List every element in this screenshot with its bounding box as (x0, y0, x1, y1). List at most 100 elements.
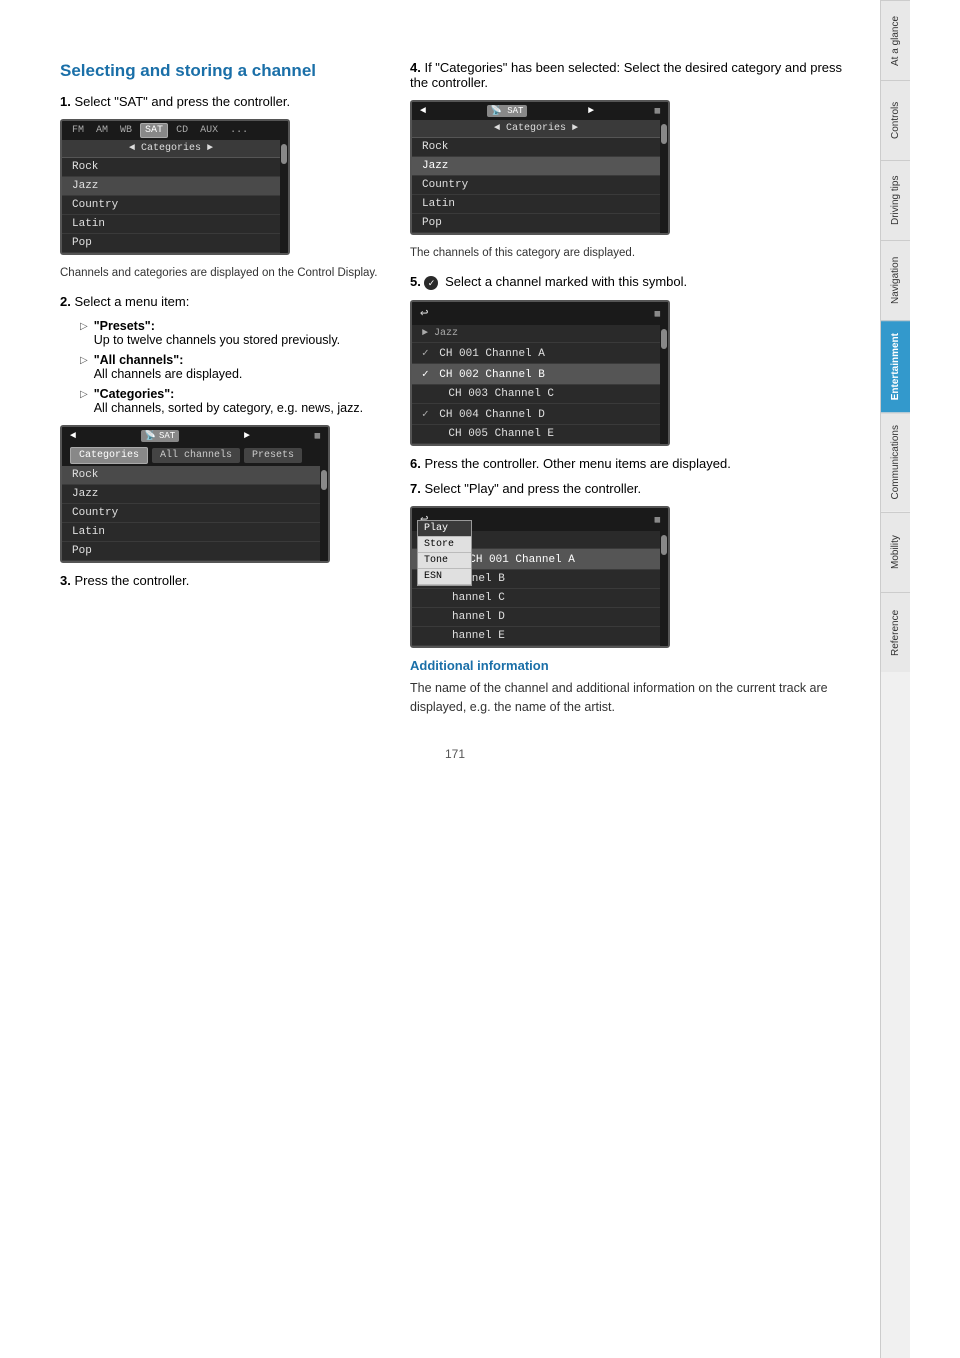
screen-2: ◄ 📡 SAT ► ▦ Categories All channels Pres… (60, 425, 330, 563)
sub-item-presets-detail: Up to twelve channels you stored previou… (94, 333, 340, 347)
menu-item-esn: ESN (418, 569, 471, 585)
sub-item-presets-title: "Presets": (94, 319, 155, 333)
screen4-item-ch002: ✓ CH 002 Channel B (412, 364, 660, 385)
screen3-item-latin: Latin (412, 195, 660, 214)
step-6-text: Press the controller. Other menu items a… (424, 456, 730, 471)
step-7-text: Select "Play" and press the controller. (424, 481, 641, 496)
screen-4: ↩ ▦ ► Jazz ✓ CH 001 Channel A ✓ CH 002 C… (410, 300, 670, 446)
screen2-content: Rock Jazz Country Latin Pop (62, 466, 328, 561)
step-5: 5. ✓ Select a channel marked with this s… (410, 274, 850, 290)
step-4-number: 4. (410, 60, 421, 75)
step-5-text: ✓ Select a channel marked with this symb… (424, 274, 687, 289)
menu-item-store: Store (418, 537, 471, 553)
screen4-item-ch004: ✓ CH 004 Channel D (412, 404, 660, 425)
check-ch001: ✓ (422, 348, 429, 360)
wb-tab: WB (116, 124, 136, 137)
step-1-text: Select "SAT" and press the controller. (74, 94, 290, 109)
screen5-scrollbar-thumb (661, 535, 667, 555)
screen3-list: ◄ Categories ► Rock Jazz Country Latin P… (412, 120, 660, 233)
right-sidebar: At a glance Controls Driving tips Naviga… (880, 0, 910, 1358)
aux-tab: AUX (196, 124, 222, 137)
back-icon-4: ↩ (420, 305, 428, 322)
sub-item-categories-detail: All channels, sorted by category, e.g. n… (94, 401, 363, 415)
am-tab: AM (92, 124, 112, 137)
step-1-number: 1. (60, 94, 71, 109)
step-2-text: Select a menu item: (74, 294, 189, 309)
step-3: 3. Press the controller. (60, 573, 380, 588)
main-content: Selecting and storing a channel 1. Selec… (0, 0, 880, 1358)
screen1-scrollbar-thumb (281, 144, 287, 164)
menu-item-play: Play (418, 521, 471, 537)
caption-screen3: The channels of this category are displa… (410, 245, 850, 262)
screen2-signal: ▦ (315, 431, 320, 441)
screen3-nav-left: ◄ (420, 106, 426, 117)
screen-3: ◄ 📡 SAT ► ▦ ◄ Categories ► Rock Jazz Cou… (410, 100, 670, 235)
step-6: 6. Press the controller. Other menu item… (410, 456, 850, 471)
check-ch004: ✓ (422, 409, 429, 421)
screen1-item-country: Country (62, 196, 280, 215)
sub-item-allchannels-content: "All channels": All channels are display… (94, 353, 380, 381)
screen2-sat-label: SAT (159, 431, 175, 441)
screen4-scrollbar-thumb (661, 329, 667, 349)
screen3-item-country: Country (412, 176, 660, 195)
step-4: 4. If "Categories" has been selected: Se… (410, 60, 850, 90)
additional-info-title: Additional information (410, 658, 850, 673)
screen1-item-jazz: Jazz (62, 177, 280, 196)
screen2-item-jazz: Jazz (62, 485, 320, 504)
caption-1: Channels and categories are displayed on… (60, 265, 380, 282)
screen3-sat: 📡 SAT (487, 105, 528, 117)
sub-item-allchannels-detail: All channels are displayed. (94, 367, 243, 381)
screen3-item-rock: Rock (412, 138, 660, 157)
step-7-number: 7. (410, 481, 421, 496)
menu-item-tone: Tone (418, 553, 471, 569)
additional-info-block: Additional information The name of the c… (410, 658, 850, 717)
screen2-item-latin: Latin (62, 523, 320, 542)
left-column: Selecting and storing a channel 1. Selec… (60, 60, 380, 717)
sidebar-tab-at-a-glance[interactable]: At a glance (881, 0, 910, 80)
screen2-tab-presets: Presets (244, 448, 302, 463)
screen2-scrollbar (320, 466, 328, 561)
step-2-number: 2. (60, 294, 71, 309)
step-5-number: 5. (410, 274, 421, 289)
sidebar-tab-mobility[interactable]: Mobility (881, 512, 910, 592)
additional-info-text: The name of the channel and additional i… (410, 679, 850, 717)
sidebar-tab-reference[interactable]: Reference (881, 592, 910, 672)
screen3-topbar: ◄ 📡 SAT ► ▦ (412, 102, 668, 120)
screen2-tab-allchannels: All channels (152, 448, 240, 463)
screen3-scrollbar-thumb (661, 124, 667, 144)
step-2: 2. Select a menu item: (60, 294, 380, 309)
screen1-header: ◄ Categories ► (62, 140, 280, 158)
sidebar-tab-navigation[interactable]: Navigation (881, 240, 910, 320)
section-title: Selecting and storing a channel (60, 60, 380, 82)
screen2-list: Rock Jazz Country Latin Pop (62, 466, 320, 561)
screen4-item-ch003: CH 003 Channel C (412, 385, 660, 404)
screen2-scrollbar-thumb (321, 470, 327, 490)
screen3-signal: ▦ (655, 106, 660, 116)
screen4-scrollbar (660, 325, 668, 444)
two-column-layout: Selecting and storing a channel 1. Selec… (60, 60, 850, 717)
screen3-header: ◄ Categories ► (412, 120, 660, 138)
screen4-content: ► Jazz ✓ CH 001 Channel A ✓ CH 002 Chann… (412, 325, 668, 444)
right-column: 4. If "Categories" has been selected: Se… (410, 60, 850, 717)
fm-tab: FM (68, 124, 88, 137)
screen2-tab-categories: Categories (70, 447, 148, 464)
sidebar-tab-entertainment[interactable]: Entertainment (881, 320, 910, 412)
triangle-icon-2: ▷ (80, 355, 88, 381)
sidebar-tab-driving-tips[interactable]: Driving tips (881, 160, 910, 240)
screen5-item-ch005: hannel E (412, 627, 660, 646)
screen1-content: ◄ Categories ► Rock Jazz Country Latin P… (62, 140, 288, 253)
screen3-item-jazz: Jazz (412, 157, 660, 176)
triangle-icon-1: ▷ (80, 321, 88, 347)
screen1-item-pop: Pop (62, 234, 280, 253)
screen2-sat-icon: 📡 (145, 431, 156, 441)
more-tab: ... (226, 124, 252, 137)
step-4-text: If "Categories" has been selected: Selec… (410, 60, 842, 90)
sub-item-allchannels-title: "All channels": (94, 353, 184, 367)
sidebar-tab-controls[interactable]: Controls (881, 80, 910, 160)
screen2-nav-right: ► (244, 431, 250, 442)
sat-tab-active: SAT (140, 123, 168, 138)
screen4-item-ch001: ✓ CH 001 Channel A (412, 343, 660, 364)
sidebar-tab-communications[interactable]: Communications (881, 412, 910, 511)
sub-item-categories-content: "Categories": All channels, sorted by ca… (94, 387, 380, 415)
step-7: 7. Select "Play" and press the controlle… (410, 481, 850, 496)
